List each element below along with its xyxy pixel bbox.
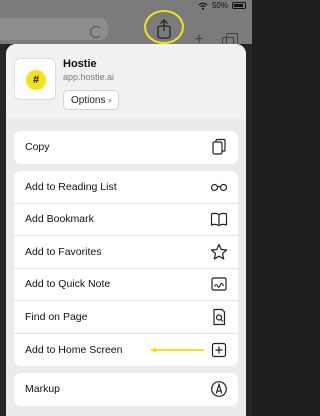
options-button[interactable]: Options ›	[63, 90, 120, 110]
status-indicators: 50%	[198, 1, 246, 10]
wifi-icon	[198, 2, 208, 10]
highlight-arrow-icon	[150, 346, 204, 353]
battery-icon	[232, 2, 246, 9]
action-label: Add Bookmark	[25, 213, 94, 226]
action-add-to-favorites[interactable]: Add to Favorites	[14, 236, 238, 269]
action-find-on-page[interactable]: Find on Page	[14, 301, 238, 334]
action-add-bookmark[interactable]: Add Bookmark	[14, 204, 238, 236]
app-logo: #	[26, 70, 46, 90]
action-add-to-home-screen[interactable]: Add to Home Screen	[14, 334, 238, 367]
dimmed-page-right	[246, 44, 252, 416]
find-on-page-icon	[213, 308, 226, 325]
add-square-icon	[211, 342, 227, 357]
action-add-to-reading-list[interactable]: Add to Reading List	[14, 171, 238, 204]
action-label: Markup	[25, 383, 61, 396]
action-label: Find on Page	[25, 310, 88, 323]
app-name: Hostie	[63, 58, 97, 70]
action-label: Add to Home Screen	[25, 343, 123, 356]
browser-toolbar: +	[0, 14, 252, 49]
quick-note-icon	[211, 277, 227, 291]
star-icon	[210, 243, 228, 260]
action-label: Copy	[25, 141, 50, 154]
action-add-to-quick-note[interactable]: Add to Quick Note	[14, 269, 238, 301]
options-label: Options	[71, 95, 106, 106]
address-bar[interactable]	[0, 18, 108, 40]
actions-group: Add to Reading List Add Bookmark Add to …	[14, 171, 238, 366]
markup-group: Markup	[14, 373, 238, 406]
chevron-right-icon: ›	[108, 95, 112, 105]
action-label: Add to Reading List	[25, 180, 117, 193]
reload-icon[interactable]	[90, 26, 102, 38]
action-copy[interactable]: Copy	[14, 131, 238, 164]
markup-icon	[211, 381, 227, 398]
app-url: app.hostie.ai	[63, 72, 115, 82]
battery-percent: 50%	[211, 1, 228, 10]
copy-icon	[212, 139, 226, 155]
action-markup[interactable]: Markup	[14, 373, 238, 406]
status-bar: 50%	[0, 0, 252, 14]
share-button-highlight	[144, 10, 184, 44]
share-sheet: # Hostie app.hostie.ai Options › Copy Add…	[6, 44, 246, 416]
app-icon: #	[14, 58, 56, 100]
copy-group: Copy	[14, 131, 238, 164]
action-label: Add to Favorites	[25, 245, 102, 258]
book-icon	[210, 213, 228, 227]
glasses-icon	[210, 183, 228, 191]
share-sheet-header: # Hostie app.hostie.ai Options ›	[6, 44, 246, 119]
action-label: Add to Quick Note	[25, 278, 111, 291]
